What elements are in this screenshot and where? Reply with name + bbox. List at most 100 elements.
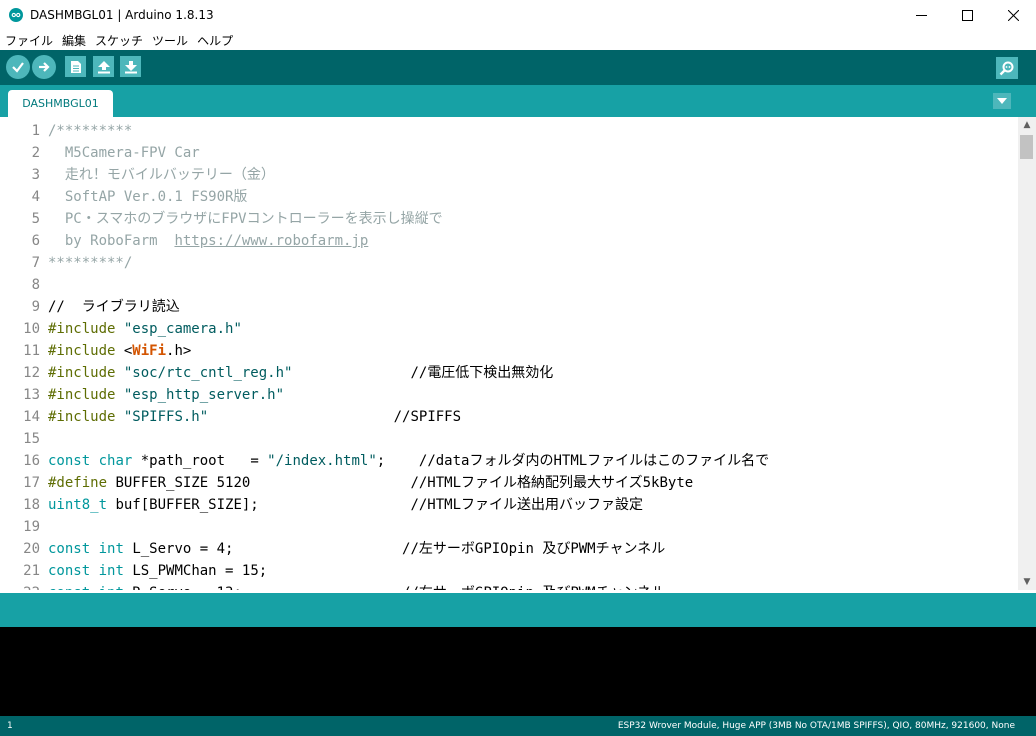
console-output[interactable] — [0, 627, 1036, 716]
line-number-gutter: 10 — [23, 321, 40, 337]
code-token: #include — [48, 409, 116, 425]
arduino-logo-icon — [9, 8, 23, 22]
open-icon — [97, 60, 110, 73]
editor-scrollbar[interactable]: ▲ ▼ — [1018, 117, 1036, 590]
line-number-gutter: 6 — [31, 233, 40, 249]
line-number-gutter: 19 — [23, 519, 40, 535]
code-token: PC・スマホのブラウザにFPVコントローラーを表示し操縦で — [48, 211, 443, 227]
tab-dashmbgl01[interactable]: DASHMBGL01 — [8, 90, 113, 117]
code-line: 12 #include "soc/rtc_cntl_reg.h" //電圧低下検出… — [0, 362, 1018, 384]
code-line: 8 — [0, 274, 1018, 296]
line-number-gutter: 3 — [31, 167, 40, 183]
code-line: 10 #include "esp_camera.h" — [0, 318, 1018, 340]
line-number-gutter: 8 — [31, 277, 40, 293]
new-sketch-button[interactable] — [65, 56, 86, 77]
code-line: 2 M5Camera-FPV Car — [0, 142, 1018, 164]
line-number-gutter: 2 — [31, 145, 40, 161]
line-number-gutter: 9 — [31, 299, 40, 315]
minimize-button[interactable] — [898, 0, 944, 31]
bottom-status-bar: 1 ESP32 Wrover Module, Huge APP (3MB No … — [0, 716, 1036, 736]
save-sketch-button[interactable] — [120, 56, 141, 77]
code-line: 21 const int LS_PWMChan = 15; — [0, 560, 1018, 582]
code-text: #define BUFFER_SIZE 5120 //HTMLファイル格納配列最… — [48, 472, 693, 494]
scroll-down-icon[interactable]: ▼ — [1018, 574, 1036, 590]
line-number-gutter: 12 — [23, 365, 40, 381]
code-text: SoftAP Ver.0.1 FS90R版 — [48, 186, 248, 208]
code-text: *********/ — [48, 252, 132, 274]
code-token: BUFFER_SIZE 5120 //HTMLファイル格納配列最大サイズ5kBy… — [107, 475, 694, 491]
code-line: 3 走れ！モバイルバッテリー（金） — [0, 164, 1018, 186]
code-token: "esp_camera.h" — [123, 321, 242, 337]
code-token: #include — [48, 365, 116, 381]
menu-tools[interactable]: ツール — [147, 32, 192, 49]
code-text: const int L_Servo = 4; //左サーボGPIOpin 及びP… — [48, 538, 665, 560]
code-text: const int LS_PWMChan = 15; — [48, 560, 267, 582]
code-token: #include — [48, 343, 116, 359]
line-number-gutter: 7 — [31, 255, 40, 271]
line-number-gutter: 4 — [31, 189, 40, 205]
code-token: M5Camera-FPV Car — [48, 145, 200, 161]
code-token: uint8_t — [48, 497, 108, 513]
code-line: 22 const int R_Servo = 13; //右サーボGPIOpin … — [0, 582, 1018, 590]
code-text: #include "SPIFFS.h" //SPIFFS — [48, 406, 461, 428]
menu-help[interactable]: ヘルプ — [192, 32, 237, 49]
code-text: const char *path_root = "/index.html"; /… — [48, 450, 769, 472]
line-number-gutter: 11 — [23, 343, 40, 359]
code-text: M5Camera-FPV Car — [48, 142, 200, 164]
toolbar — [0, 50, 1036, 85]
code-text: const int R_Servo = 13; //右サーボGPIOpin 及び… — [48, 582, 665, 590]
code-line: 14 #include "SPIFFS.h" //SPIFFS — [0, 406, 1018, 428]
code-token: //電圧低下検出無効化 — [292, 365, 554, 381]
code-token: .h> — [166, 343, 192, 359]
line-number-gutter: 1 — [31, 123, 40, 139]
serial-monitor-button[interactable] — [996, 57, 1018, 79]
scroll-up-icon[interactable]: ▲ — [1018, 117, 1036, 133]
open-sketch-button[interactable] — [93, 56, 114, 77]
code-line: 1 /********* — [0, 120, 1018, 142]
code-text: #include "soc/rtc_cntl_reg.h" //電圧低下検出無効… — [48, 362, 553, 384]
code-token: #define — [48, 475, 108, 491]
code-token: "SPIFFS.h" — [123, 409, 209, 425]
code-token: char — [98, 453, 133, 469]
verify-button[interactable] — [6, 55, 30, 79]
maximize-button[interactable] — [944, 0, 990, 31]
serial-monitor-icon — [999, 61, 1014, 76]
code-token: int — [98, 563, 124, 579]
code-token: /********* — [48, 123, 133, 139]
code-token: SoftAP Ver.0.1 FS90R版 — [48, 189, 248, 205]
save-icon — [124, 60, 137, 73]
code-token: "/index.html" — [267, 453, 377, 469]
menu-sketch[interactable]: スケッチ — [90, 32, 147, 49]
tab-menu-button[interactable] — [993, 93, 1011, 109]
code-token: "soc/rtc_cntl_reg.h" — [123, 365, 293, 381]
menu-edit[interactable]: 編集 — [57, 32, 90, 49]
code-token[interactable]: https://www.robofarm.jp — [174, 233, 368, 249]
code-token: #include — [48, 387, 116, 403]
line-number-gutter: 16 — [23, 453, 40, 469]
close-icon — [1007, 10, 1019, 21]
scrollbar-thumb[interactable] — [1020, 135, 1033, 159]
code-token: // ライブラリ読込 — [48, 299, 180, 315]
code-line: 7 *********/ — [0, 252, 1018, 274]
board-info: ESP32 Wrover Module, Huge APP (3MB No OT… — [617, 721, 1015, 731]
line-number-gutter: 5 — [31, 211, 40, 227]
code-line: 19 — [0, 516, 1018, 538]
close-button[interactable] — [990, 0, 1036, 31]
maximize-icon — [961, 10, 973, 21]
code-editor[interactable]: 1/********* 2 M5Camera-FPV Car 3 走れ！モバイルバッ… — [0, 117, 1018, 590]
new-icon — [70, 60, 81, 73]
menu-file[interactable]: ファイル — [0, 32, 57, 49]
code-token: L_Servo = 4; //左サーボGPIOpin 及びPWMチャンネル — [123, 541, 666, 557]
title-bar: DASHMBGL01 | Arduino 1.8.13 — [0, 0, 1036, 31]
line-number-gutter: 13 — [23, 387, 40, 403]
code-text: #include "esp_http_server.h" — [48, 384, 284, 406]
code-text: 走れ！モバイルバッテリー（金） — [48, 164, 275, 186]
line-number-gutter: 22 — [23, 582, 40, 590]
code-token: //SPIFFS — [208, 409, 462, 425]
minimize-icon — [915, 15, 927, 16]
code-line: 9 // ライブラリ読込 — [0, 296, 1018, 318]
code-line: 16 const char *path_root = "/index.html";… — [0, 450, 1018, 472]
upload-button[interactable] — [32, 55, 56, 79]
